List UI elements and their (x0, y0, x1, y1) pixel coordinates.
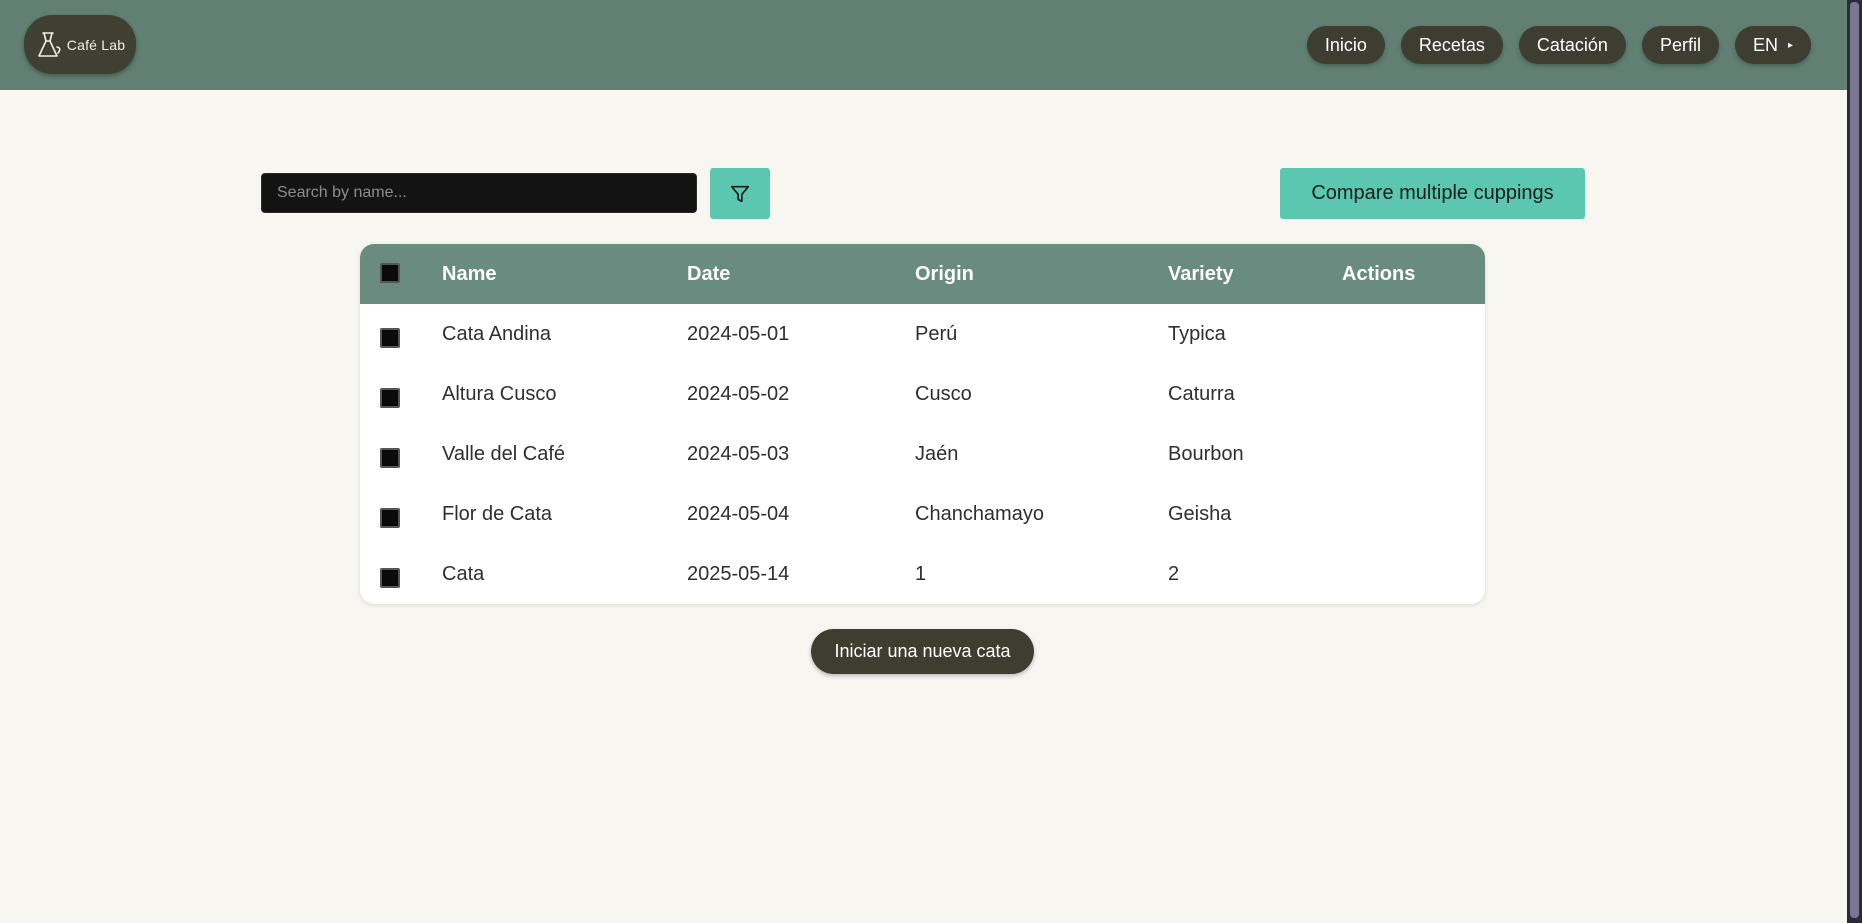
vertical-scrollbar[interactable] (1847, 0, 1862, 923)
filter-button[interactable] (710, 168, 770, 219)
cell-origin: 1 (915, 563, 927, 585)
caret-right-icon: ▸ (1787, 39, 1793, 51)
language-selector[interactable]: EN ▸ (1734, 26, 1811, 64)
row-checkbox[interactable] (380, 388, 400, 408)
coffee-dripper-icon (37, 31, 61, 57)
table-row[interactable]: Cata 2025-05-14 1 2 (360, 544, 1485, 604)
cell-name: Cata Andina (442, 323, 551, 345)
nav-recetas[interactable]: Recetas (1400, 26, 1503, 64)
main-nav: Inicio Recetas Catación Perfil EN ▸ (1306, 26, 1811, 64)
cell-date: 2024-05-04 (687, 503, 790, 525)
cell-origin: Jaén (915, 443, 959, 465)
cell-date: 2024-05-03 (687, 443, 790, 465)
cell-name: Flor de Cata (442, 503, 553, 525)
column-header-name[interactable]: Name (442, 244, 496, 304)
table-row[interactable]: Valle del Café 2024-05-03 Jaén Bourbon (360, 424, 1485, 484)
cell-origin: Chanchamayo (915, 503, 1044, 525)
column-header-origin[interactable]: Origin (915, 244, 974, 304)
cell-variety: 2 (1168, 563, 1180, 585)
cell-date: 2025-05-14 (687, 563, 790, 585)
cell-variety: Geisha (1168, 503, 1232, 525)
nav-catacion[interactable]: Catación (1518, 26, 1626, 64)
compare-cuppings-button[interactable]: Compare multiple cuppings (1280, 168, 1585, 219)
cell-origin: Perú (915, 323, 958, 345)
column-header-date[interactable]: Date (687, 244, 730, 304)
nav-inicio[interactable]: Inicio (1306, 26, 1385, 64)
top-header: Café Lab Inicio Recetas Catación Perfil … (0, 0, 1847, 90)
row-checkbox[interactable] (380, 508, 400, 528)
cafe-lab-logo[interactable]: Café Lab (24, 15, 136, 74)
row-checkbox[interactable] (380, 328, 400, 348)
scrollbar-thumb[interactable] (1850, 2, 1859, 918)
table-row[interactable]: Cata Andina 2024-05-01 Perú Typica (360, 304, 1485, 364)
filter-icon (730, 185, 750, 202)
cell-variety: Bourbon (1168, 443, 1244, 465)
cell-name: Cata (442, 563, 485, 585)
cell-variety: Caturra (1168, 383, 1235, 405)
row-checkbox[interactable] (380, 448, 400, 468)
cell-date: 2024-05-01 (687, 323, 790, 345)
nav-perfil[interactable]: Perfil (1641, 26, 1719, 64)
new-cupping-button[interactable]: Iniciar una nueva cata (811, 629, 1034, 674)
column-header-actions: Actions (1342, 263, 1416, 285)
cell-variety: Typica (1168, 323, 1226, 345)
column-header-variety[interactable]: Variety (1168, 244, 1234, 304)
select-all-checkbox[interactable] (380, 263, 400, 283)
cell-name: Valle del Café (442, 443, 566, 465)
logo-text: Café Lab (66, 36, 126, 53)
row-checkbox[interactable] (380, 568, 400, 588)
table-row[interactable]: Flor de Cata 2024-05-04 Chanchamayo Geis… (360, 484, 1485, 544)
table-row[interactable]: Altura Cusco 2024-05-02 Cusco Caturra (360, 364, 1485, 424)
table-header: Name Date Origin Variety Actions (360, 244, 1485, 304)
cell-name: Altura Cusco (442, 383, 557, 405)
search-input[interactable] (261, 173, 697, 213)
language-label: EN (1752, 34, 1778, 55)
cell-origin: Cusco (915, 383, 972, 405)
cell-date: 2024-05-02 (687, 383, 790, 405)
cuppings-table: Name Date Origin Variety Actions Cata An… (360, 244, 1485, 604)
